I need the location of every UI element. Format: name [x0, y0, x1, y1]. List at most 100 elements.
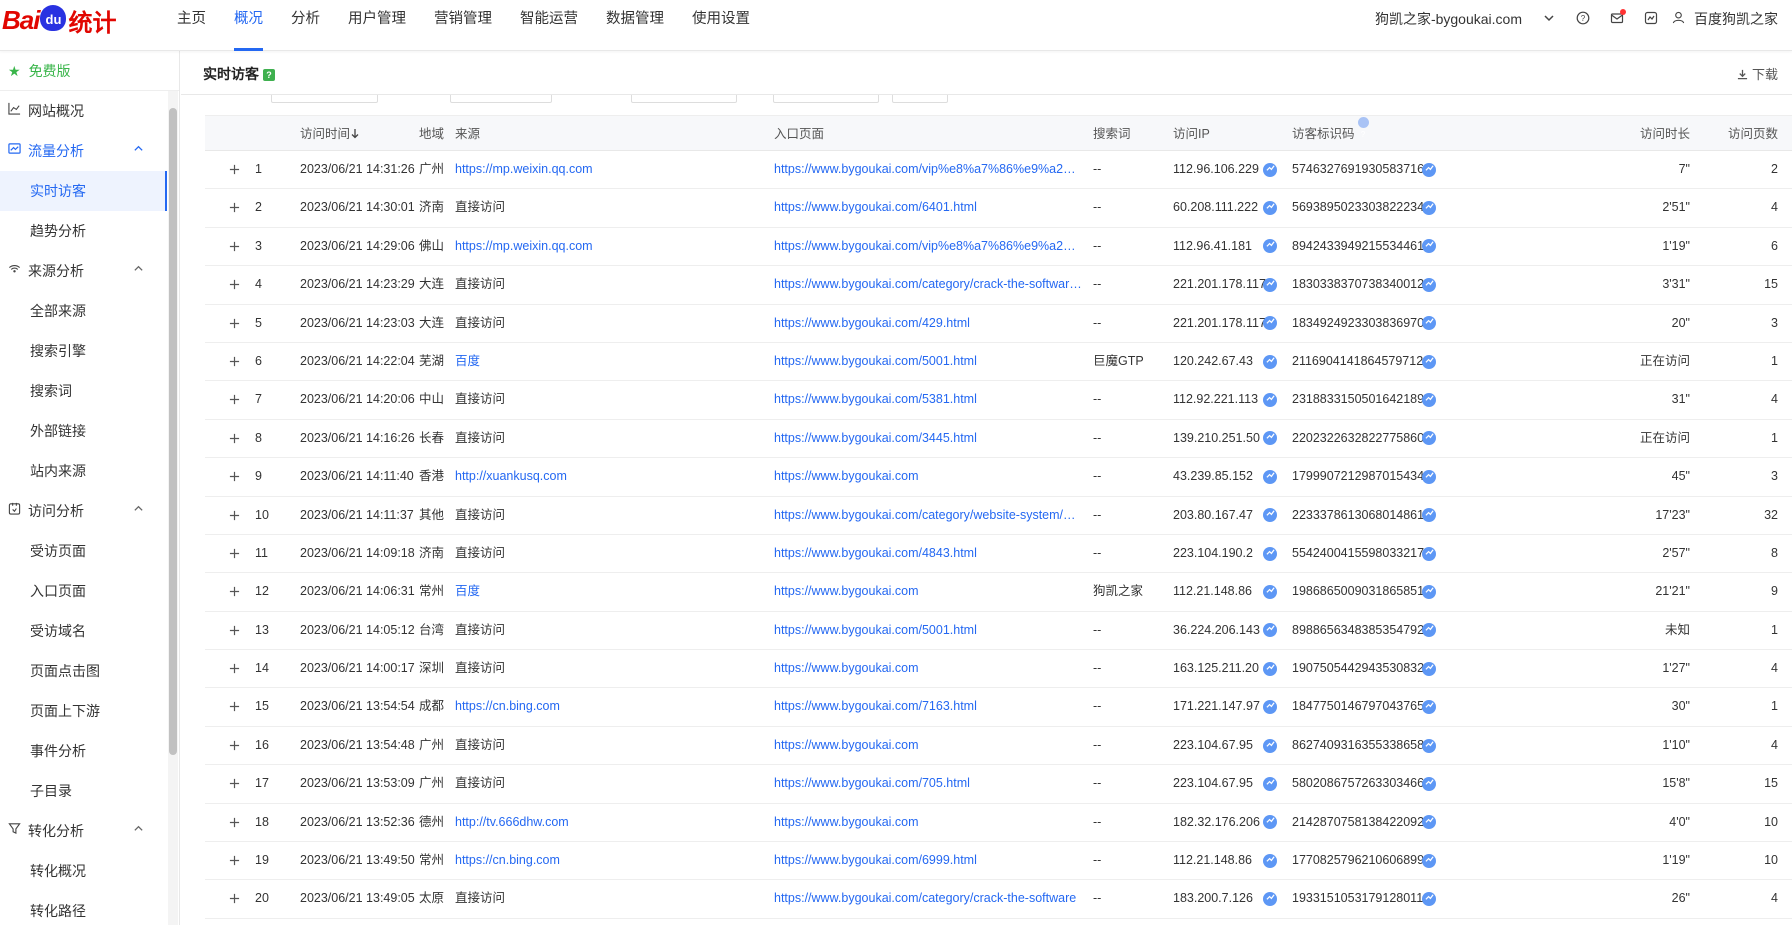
entry-page-link[interactable]: https://www.bygoukai.com [774, 573, 1082, 610]
nav-item[interactable]: 分析 [277, 0, 334, 51]
sidebar-group[interactable]: 访问分析 [0, 491, 179, 531]
entry-page-link[interactable]: https://www.bygoukai.com/5001.html [774, 343, 1082, 380]
expand-row-button[interactable] [229, 765, 240, 802]
ip-trend-icon[interactable] [1263, 305, 1277, 342]
nav-item[interactable]: 用户管理 [334, 0, 420, 51]
sidebar-item[interactable]: 事件分析 [0, 731, 179, 771]
entry-page-link[interactable]: https://www.bygoukai.com/705.html [774, 765, 1082, 802]
table-row[interactable]: 10 2023/06/21 14:11:37 其他 直接访问 https://www.b… [205, 497, 1792, 535]
sidebar-item[interactable]: 子目录 [0, 771, 179, 811]
chevron-down-icon[interactable] [1532, 11, 1566, 27]
expand-row-button[interactable] [229, 650, 240, 687]
ip-trend-icon[interactable] [1263, 727, 1277, 764]
sidebar-item[interactable]: 搜索引擎 [0, 331, 179, 371]
visitor-trend-icon[interactable] [1422, 266, 1436, 303]
visitor-trend-icon[interactable] [1422, 842, 1436, 879]
ip-trend-icon[interactable] [1263, 842, 1277, 879]
sidebar-item[interactable]: 站内来源 [0, 451, 179, 491]
entry-page-link[interactable]: https://www.bygoukai.com/category/crack-… [774, 266, 1082, 303]
ip-trend-icon[interactable] [1263, 688, 1277, 725]
visitor-trend-icon[interactable] [1422, 151, 1436, 188]
table-row[interactable]: 1 2023/06/21 14:31:26 广州 https://mp.weixin.… [205, 151, 1792, 190]
nav-item[interactable]: 数据管理 [592, 0, 678, 51]
sidebar-group[interactable]: 流量分析 [0, 131, 179, 171]
entry-page-link[interactable]: https://www.bygoukai.com [774, 458, 1082, 495]
ip-trend-icon[interactable] [1263, 266, 1277, 303]
help-icon[interactable]: ? [1566, 11, 1600, 28]
ip-trend-icon[interactable] [1263, 765, 1277, 802]
filter-box-3[interactable] [631, 95, 737, 103]
table-row[interactable]: 13 2023/06/21 14:05:12 台湾 直接访问 https://www.b… [205, 612, 1792, 651]
sidebar-group[interactable]: 网站概况 [0, 91, 179, 131]
site-selector[interactable]: 狗凯之家-bygoukai.com [1375, 9, 1522, 29]
visitor-trend-icon[interactable] [1422, 804, 1436, 841]
expand-row-button[interactable] [229, 842, 240, 879]
filter-box-4[interactable] [773, 95, 879, 103]
entry-page-link[interactable]: https://www.bygoukai.com [774, 650, 1082, 687]
sidebar-item[interactable]: 实时访客 [0, 171, 167, 211]
expand-row-button[interactable] [229, 688, 240, 725]
visitor-trend-icon[interactable] [1422, 880, 1436, 917]
table-row[interactable]: 7 2023/06/21 14:20:06 中山 直接访问 https://www.by… [205, 381, 1792, 420]
source[interactable]: http://tv.666dhw.com [455, 804, 755, 841]
expand-row-button[interactable] [229, 497, 240, 534]
source[interactable]: https://cn.bing.com [455, 842, 755, 879]
ip-trend-icon[interactable] [1263, 497, 1277, 534]
app-icon[interactable] [1634, 11, 1668, 28]
source[interactable]: https://cn.bing.com [455, 688, 755, 725]
ip-trend-icon[interactable] [1263, 151, 1277, 188]
help-badge-icon[interactable]: ? [263, 69, 275, 81]
entry-page-link[interactable]: https://www.bygoukai.com [774, 804, 1082, 841]
visitor-trend-icon[interactable] [1422, 535, 1436, 572]
table-row[interactable]: 15 2023/06/21 13:54:54 成都 https://cn.bing.c… [205, 688, 1792, 727]
visitor-trend-icon[interactable] [1422, 189, 1436, 226]
sidebar-item[interactable]: 页面点击图 [0, 651, 179, 691]
source[interactable]: 百度 [455, 343, 755, 380]
expand-row-button[interactable] [229, 458, 240, 495]
visitor-trend-icon[interactable] [1422, 573, 1436, 610]
user-icon[interactable] [1668, 11, 1688, 27]
table-row[interactable]: 9 2023/06/21 14:11:40 香港 http://xuankusq.co… [205, 458, 1792, 497]
table-row[interactable]: 6 2023/06/21 14:22:04 芜湖 百度 https://www.bygo… [205, 343, 1792, 382]
entry-page-link[interactable]: https://www.bygoukai.com/vip%e8%a7%86%e9… [774, 151, 1082, 188]
expand-row-button[interactable] [229, 727, 240, 764]
table-row[interactable]: 16 2023/06/21 13:54:48 广州 直接访问 https://www.b… [205, 727, 1792, 766]
expand-row-button[interactable] [229, 535, 240, 572]
entry-page-link[interactable]: https://www.bygoukai.com/4843.html [774, 535, 1082, 572]
expand-row-button[interactable] [229, 228, 240, 265]
table-row[interactable]: 3 2023/06/21 14:29:06 佛山 https://mp.weixin.… [205, 228, 1792, 267]
table-row[interactable]: 4 2023/06/21 14:23:29 大连 直接访问 https://www.by… [205, 266, 1792, 305]
nav-item[interactable]: 概况 [220, 0, 277, 51]
ip-trend-icon[interactable] [1263, 880, 1277, 917]
expand-row-button[interactable] [229, 266, 240, 303]
visitor-trend-icon[interactable] [1422, 420, 1436, 457]
free-edition-badge[interactable]: ★ 免费版 [0, 51, 179, 91]
sidebar-group[interactable]: 转化分析 [0, 811, 179, 851]
visitor-trend-icon[interactable] [1422, 688, 1436, 725]
sidebar-item[interactable]: 外部链接 [0, 411, 179, 451]
ip-trend-icon[interactable] [1263, 573, 1277, 610]
visitor-trend-icon[interactable] [1422, 343, 1436, 380]
sidebar-item[interactable]: 趋势分析 [0, 211, 179, 251]
entry-page-link[interactable]: https://www.bygoukai.com/6999.html [774, 842, 1082, 879]
nav-item[interactable]: 主页 [163, 0, 220, 51]
sidebar-item[interactable]: 页面上下游 [0, 691, 179, 731]
entry-page-link[interactable]: https://www.bygoukai.com/3445.html [774, 420, 1082, 457]
expand-row-button[interactable] [229, 305, 240, 342]
visitor-trend-icon[interactable] [1422, 381, 1436, 418]
expand-row-button[interactable] [229, 151, 240, 188]
filter-box-1[interactable] [271, 95, 378, 103]
table-row[interactable]: 20 2023/06/21 13:49:05 太原 直接访问 https://www.b… [205, 880, 1792, 919]
expand-row-button[interactable] [229, 420, 240, 457]
nav-item[interactable]: 智能运营 [506, 0, 592, 51]
filter-button[interactable] [892, 95, 948, 103]
table-row[interactable]: 2 2023/06/21 14:30:01 济南 直接访问 https://www.by… [205, 189, 1792, 228]
visitor-trend-icon[interactable] [1422, 458, 1436, 495]
sidebar-item[interactable]: 转化路径 [0, 891, 179, 925]
sidebar-item[interactable]: 受访页面 [0, 531, 179, 571]
sidebar-item[interactable]: 全部来源 [0, 291, 179, 331]
message-icon[interactable] [1600, 8, 1634, 28]
entry-page-link[interactable]: https://www.bygoukai.com/category/crack-… [774, 880, 1082, 917]
visitor-trend-icon[interactable] [1422, 727, 1436, 764]
ip-trend-icon[interactable] [1263, 612, 1277, 649]
